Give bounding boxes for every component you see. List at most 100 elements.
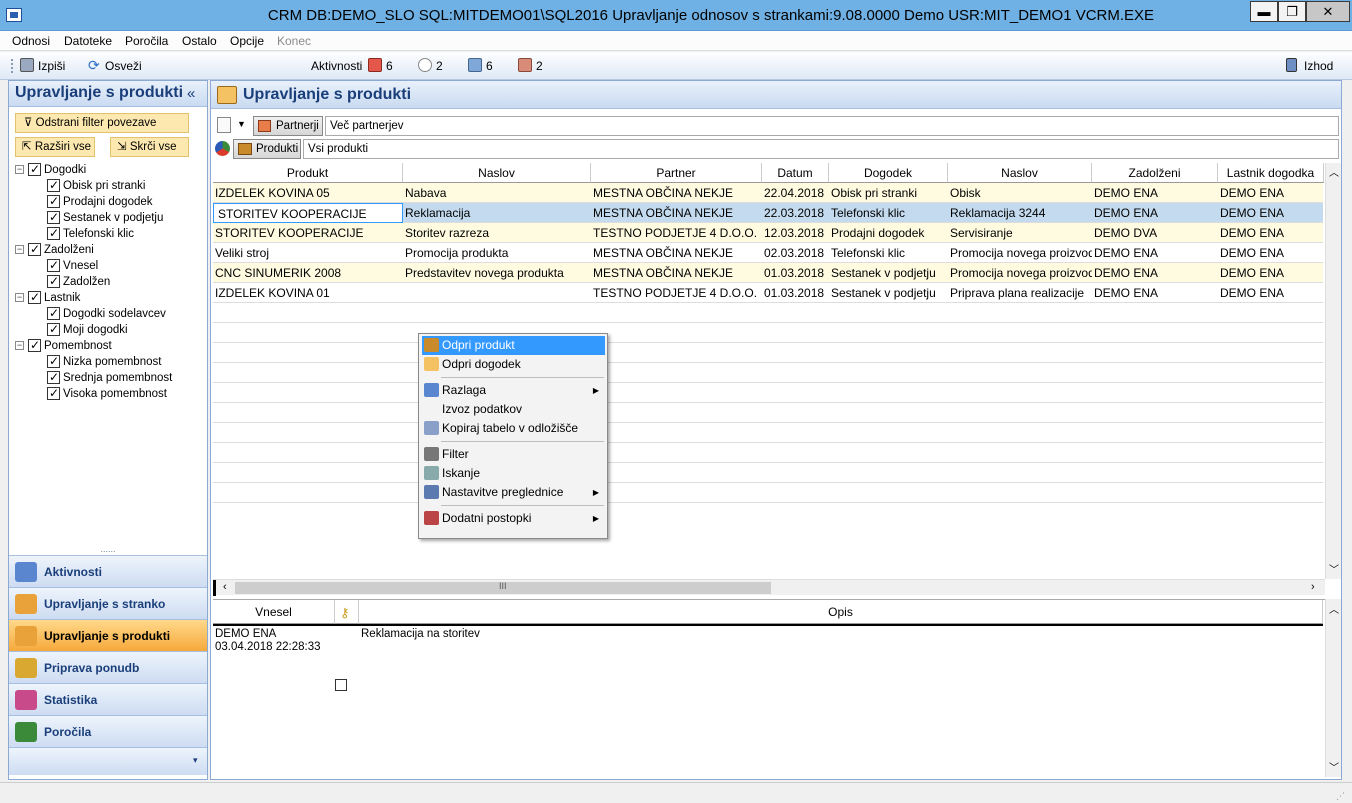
resize-grip[interactable]: ⋰ — [1336, 791, 1345, 802]
nav-produkti[interactable]: Upravljanje s produkti — [9, 619, 207, 651]
tree-item[interactable]: Nizka pomembnost — [15, 353, 205, 370]
table-cell[interactable]: MESTNA OBČINA NEKJE — [591, 263, 762, 283]
table-row[interactable]: IZDELEK KOVINA 01 TESTNO PODJETJE 4 D.O.O… — [213, 283, 1323, 303]
tree-item[interactable]: Vnesel — [15, 257, 205, 274]
table-cell[interactable]: MESTNA OBČINA NEKJE — [591, 243, 762, 263]
tree-expander-icon[interactable]: − — [15, 245, 24, 255]
tree-item[interactable]: − Pomembnost — [15, 337, 205, 354]
horizontal-scroll-thumb[interactable]: III — [235, 581, 771, 594]
tree-checkbox[interactable] — [47, 385, 60, 401]
column-header[interactable]: Naslov — [948, 163, 1092, 183]
menu-konec[interactable]: Konec — [277, 34, 311, 48]
table-cell[interactable]: Sestanek v podjetju — [829, 283, 948, 303]
table-cell[interactable]: Reklamacija 3244 — [948, 203, 1092, 223]
table-cell[interactable]: Servisiranje — [948, 223, 1092, 243]
notes-col-key[interactable]: ⚷ — [335, 600, 359, 624]
table-cell[interactable]: Sestanek v podjetju — [829, 263, 948, 283]
table-cell[interactable]: 02.03.2018 — [762, 243, 829, 263]
collapse-panel-button[interactable]: « — [187, 85, 195, 102]
notes-scroll-up-icon[interactable]: ︿ — [1329, 601, 1339, 616]
column-header[interactable]: Naslov — [403, 163, 591, 183]
tree-item[interactable]: − Lastnik — [15, 289, 205, 306]
task-icon[interactable] — [368, 58, 382, 72]
context-menu-item[interactable]: Odpri dogodek — [422, 355, 605, 374]
table-cell[interactable]: CNC SINUMERIK 2008 — [213, 263, 403, 283]
products-value[interactable]: Vsi produkti — [303, 139, 1339, 159]
partners-value[interactable]: Več partnerjev — [325, 116, 1339, 136]
notes-col-opis[interactable]: Opis — [359, 600, 1323, 624]
scroll-up-icon[interactable]: ︿ — [1329, 164, 1339, 179]
table-cell[interactable]: DEMO ENA — [1218, 263, 1324, 283]
remove-filter-button[interactable]: ⊽ Odstrani filter povezave — [15, 113, 189, 133]
tree-checkbox[interactable] — [28, 161, 41, 177]
table-cell[interactable]: Obisk — [948, 183, 1092, 203]
table-cell[interactable]: 12.03.2018 — [762, 223, 829, 243]
maximize-button[interactable]: ❐ — [1278, 1, 1306, 22]
column-header[interactable]: Datum — [762, 163, 829, 183]
table-cell[interactable]: 22.03.2018 — [762, 203, 829, 223]
nav-aktivnosti[interactable]: Aktivnosti — [9, 555, 207, 587]
table-cell[interactable] — [403, 283, 591, 303]
transfer-icon[interactable] — [468, 58, 482, 72]
tree-item[interactable]: Sestanek v podjetju — [15, 209, 205, 226]
exit-button[interactable]: Izhod — [1304, 59, 1333, 73]
tree-checkbox[interactable] — [47, 273, 60, 289]
clock-icon[interactable] — [418, 58, 432, 72]
context-menu-item[interactable]: Dodatni postopki ▶ — [422, 509, 605, 528]
tree-item[interactable]: Telefonski klic — [15, 225, 205, 242]
tree-checkbox[interactable] — [47, 209, 60, 225]
tree-checkbox[interactable] — [28, 289, 41, 305]
tree-item[interactable]: Srednja pomembnost — [15, 369, 205, 386]
table-cell[interactable]: Telefonski klic — [829, 243, 948, 263]
context-menu-item[interactable]: Nastavitve preglednice ▶ — [422, 483, 605, 502]
column-header[interactable]: Partner — [591, 163, 762, 183]
table-cell[interactable]: Veliki stroj — [213, 243, 403, 263]
table-cell[interactable]: Nabava — [403, 183, 591, 203]
table-cell[interactable]: DEMO ENA — [1092, 243, 1218, 263]
pie-chart-icon[interactable] — [215, 141, 230, 156]
table-cell[interactable]: TESTNO PODJETJE 4 D.O.O. — [591, 223, 762, 243]
alert-icon[interactable] — [518, 58, 532, 72]
tree-item[interactable]: Dogodki sodelavcev — [15, 305, 205, 322]
table-row[interactable]: STORITEV KOOPERACIJE Reklamacija MESTNA OB… — [213, 203, 1323, 223]
table-cell[interactable]: STORITEV KOOPERACIJE — [213, 223, 403, 243]
column-header[interactable]: Produkt — [213, 163, 403, 183]
print-button[interactable]: Izpiši — [38, 59, 65, 73]
nav-statistika[interactable]: Statistika — [9, 683, 207, 715]
panel-splitter[interactable]: ...... — [9, 545, 207, 554]
grid-horizontal-scrollbar[interactable]: ‹ III › — [213, 579, 1325, 596]
table-cell[interactable]: Promocija novega proizvoda — [948, 263, 1092, 283]
table-cell[interactable]: TESTNO PODJETJE 4 D.O.O. — [591, 283, 762, 303]
table-cell[interactable]: Reklamacija — [403, 203, 591, 223]
table-cell[interactable]: IZDELEK KOVINA 01 — [213, 283, 403, 303]
context-menu-item[interactable]: Izvoz podatkov — [422, 400, 605, 419]
tree-expander-icon[interactable]: − — [15, 293, 24, 303]
table-row[interactable]: STORITEV KOOPERACIJE Storitev razreza TEST… — [213, 223, 1323, 243]
tree-item[interactable]: Visoka pomembnost — [15, 385, 205, 402]
table-cell[interactable]: DEMO ENA — [1218, 203, 1324, 223]
table-cell[interactable]: DEMO ENA — [1218, 223, 1324, 243]
nav-ponudbe[interactable]: Priprava ponudb — [9, 651, 207, 683]
table-cell[interactable]: Promocija novega proizvoda — [948, 243, 1092, 263]
tree-expander-icon[interactable]: − — [15, 165, 24, 175]
table-cell[interactable]: Obisk pri stranki — [829, 183, 948, 203]
menu-porocila[interactable]: Poročila — [125, 34, 168, 48]
table-row[interactable]: CNC SINUMERIK 2008 Predstavitev novega pr… — [213, 263, 1323, 283]
toolbar-grip[interactable] — [11, 59, 14, 73]
column-header[interactable]: Dogodek — [829, 163, 948, 183]
tree-checkbox[interactable] — [47, 225, 60, 241]
tree-item[interactable]: − Zadolženi — [15, 241, 205, 258]
products-button[interactable]: Produkti — [233, 139, 301, 159]
tree-checkbox[interactable] — [47, 369, 60, 385]
table-row[interactable]: Veliki stroj Promocija produkta MESTNA OBČ… — [213, 243, 1323, 263]
column-header[interactable]: Zadolženi — [1092, 163, 1218, 183]
table-cell[interactable]: Prodajni dogodek — [829, 223, 948, 243]
collapse-all-button[interactable]: ⇲ Skrči vse — [110, 137, 189, 157]
tree-checkbox[interactable] — [47, 177, 60, 193]
table-cell[interactable]: Promocija produkta — [403, 243, 591, 263]
table-cell[interactable]: MESTNA OBČINA NEKJE — [591, 183, 762, 203]
table-cell[interactable]: 22.04.2018 — [762, 183, 829, 203]
tree-item[interactable]: Zadolžen — [15, 273, 205, 290]
context-menu-item[interactable]: Razlaga ▶ — [422, 381, 605, 400]
tree-checkbox[interactable] — [28, 337, 41, 353]
